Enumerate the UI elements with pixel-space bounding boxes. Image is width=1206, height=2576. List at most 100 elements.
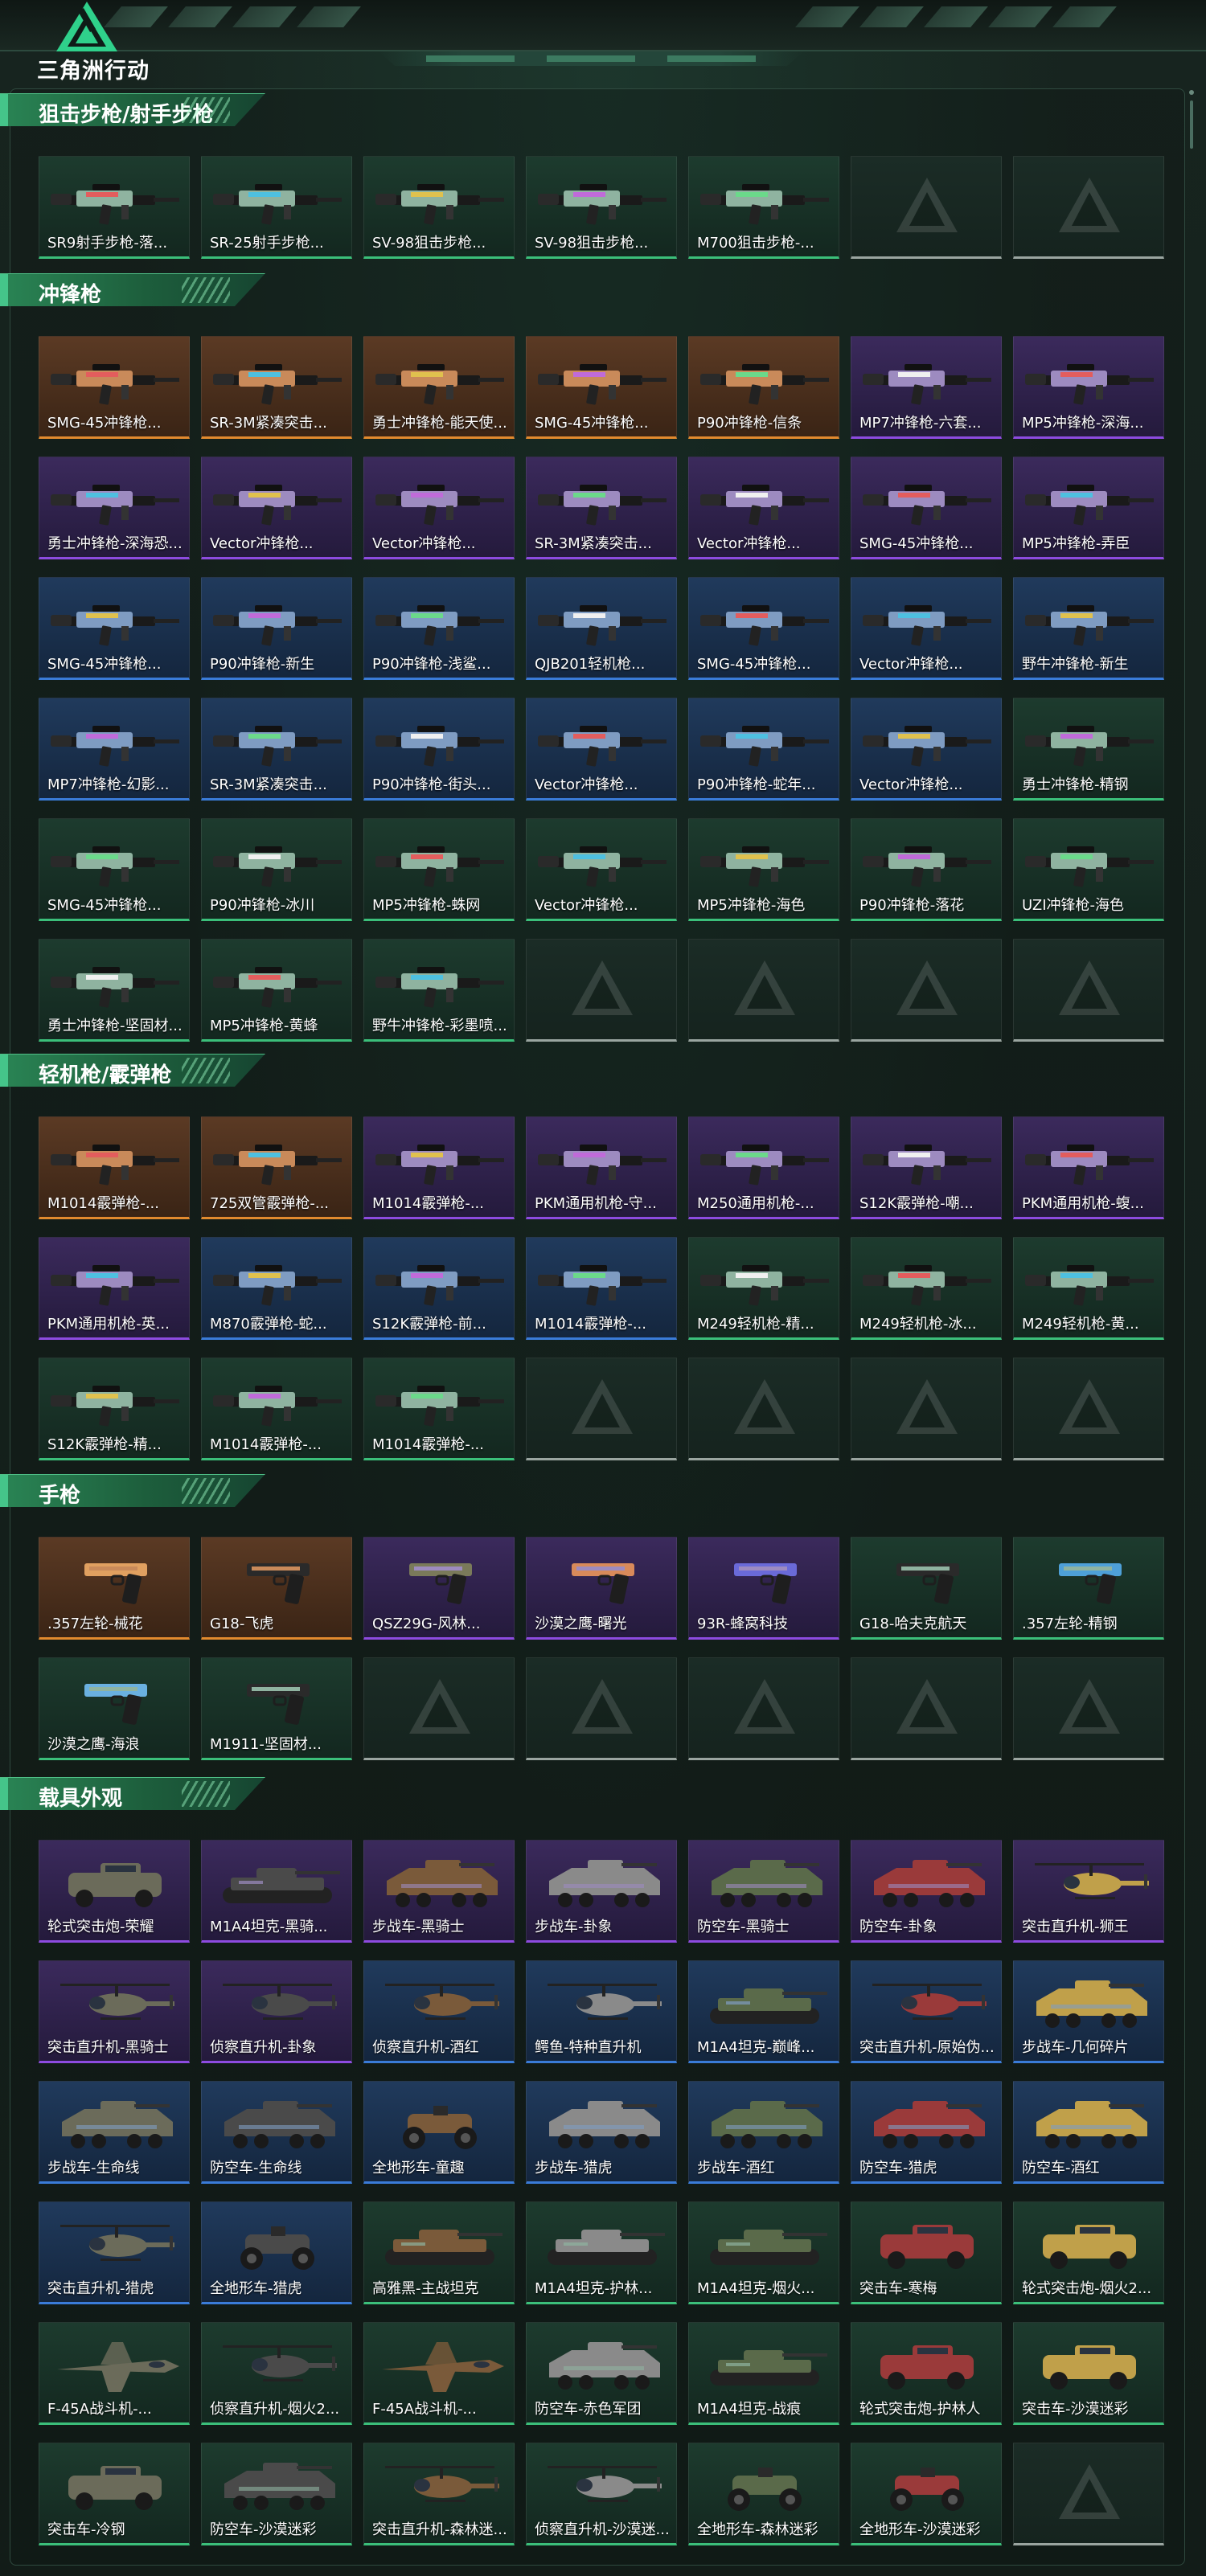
item-card[interactable]: PKM通用机枪-蝮... (1013, 1116, 1164, 1219)
item-card[interactable]: 侦察直升机-烟火2... (201, 2322, 352, 2425)
item-card[interactable]: SV-98狙击步枪... (363, 156, 515, 259)
item-card[interactable]: P90冲锋枪-新生 (201, 577, 352, 680)
item-card[interactable]: PKM通用机枪-英... (39, 1237, 190, 1340)
item-card[interactable]: M1014霰弹枪-... (39, 1116, 190, 1219)
item-card[interactable]: MP5冲锋枪-黄蜂 (201, 939, 352, 1042)
item-card[interactable]: 勇士冲锋枪-能天使... (363, 336, 515, 439)
item-card[interactable]: 步战车-猎虎 (526, 2081, 677, 2184)
item-card[interactable]: 突击直升机-狮王 (1013, 1840, 1164, 1943)
item-card[interactable]: 防空车-猎虎 (851, 2081, 1002, 2184)
item-card[interactable]: 防空车-生命线 (201, 2081, 352, 2184)
item-card[interactable]: SMG-45冲锋枪... (526, 336, 677, 439)
item-card[interactable]: M1A4坦克-巅峰... (688, 1960, 839, 2063)
item-card[interactable]: M249轻机枪-黄... (1013, 1237, 1164, 1340)
item-card[interactable]: SV-98狙击步枪... (526, 156, 677, 259)
item-card[interactable]: 突击直升机-森林迷... (363, 2443, 515, 2545)
item-card[interactable]: UZI冲锋枪-海色 (1013, 818, 1164, 921)
item-card[interactable]: 步战车-黑骑士 (363, 1840, 515, 1943)
item-card[interactable]: 防空车-黑骑士 (688, 1840, 839, 1943)
item-card[interactable]: M1014霰弹枪-... (363, 1358, 515, 1460)
item-card[interactable]: 防空车-卦象 (851, 1840, 1002, 1943)
item-card[interactable]: M1014霰弹枪-... (526, 1237, 677, 1340)
item-card[interactable]: G18-哈夫克航天 (851, 1537, 1002, 1640)
item-card[interactable]: 侦察直升机-沙漠迷... (526, 2443, 677, 2545)
item-card[interactable]: 步战车-卦象 (526, 1840, 677, 1943)
item-card[interactable]: MP7冲锋枪-六套... (851, 336, 1002, 439)
item-card[interactable]: F-45A战斗机-... (363, 2322, 515, 2425)
item-card[interactable]: 沙漠之鹰-曙光 (526, 1537, 677, 1640)
item-card[interactable]: 沙漠之鹰-海浪 (39, 1657, 190, 1760)
item-card[interactable]: 轮式突击炮-护林人 (851, 2322, 1002, 2425)
item-card[interactable]: 野牛冲锋枪-彩墨喷... (363, 939, 515, 1042)
item-card[interactable]: MP5冲锋枪-深海... (1013, 336, 1164, 439)
item-card[interactable]: P90冲锋枪-信条 (688, 336, 839, 439)
item-card[interactable]: M249轻机枪-精... (688, 1237, 839, 1340)
item-card[interactable]: 野牛冲锋枪-新生 (1013, 577, 1164, 680)
item-card[interactable]: 突击车-寒梅 (851, 2201, 1002, 2304)
item-card[interactable]: Vector冲锋枪... (363, 457, 515, 559)
item-card[interactable]: .357左轮-精钢 (1013, 1537, 1164, 1640)
item-card[interactable]: 轮式突击炮-烟火2... (1013, 2201, 1164, 2304)
item-card[interactable]: Vector冲锋枪... (201, 457, 352, 559)
item-card[interactable]: QJB201轻机枪... (526, 577, 677, 680)
item-card[interactable]: MP5冲锋枪-弄臣 (1013, 457, 1164, 559)
item-card[interactable]: M870霰弹枪-蛇... (201, 1237, 352, 1340)
item-card[interactable]: 步战车-生命线 (39, 2081, 190, 2184)
item-card[interactable]: SMG-45冲锋枪... (39, 818, 190, 921)
item-card[interactable]: SR-3M紧凑突击... (526, 457, 677, 559)
item-card[interactable]: 725双管霰弹枪-... (201, 1116, 352, 1219)
item-card[interactable]: Vector冲锋枪... (851, 577, 1002, 680)
item-card[interactable]: SMG-45冲锋枪... (39, 577, 190, 680)
item-card[interactable]: 勇士冲锋枪-精钢 (1013, 698, 1164, 801)
item-card[interactable]: M1014霰弹枪-... (363, 1116, 515, 1219)
item-card[interactable]: SR-3M紧凑突击... (201, 698, 352, 801)
item-card[interactable]: 防空车-沙漠迷彩 (201, 2443, 352, 2545)
item-card[interactable]: PKM通用机枪-守... (526, 1116, 677, 1219)
item-card[interactable]: M250通用机枪-... (688, 1116, 839, 1219)
item-card[interactable]: SR9射手步枪-落... (39, 156, 190, 259)
item-card[interactable]: P90冲锋枪-蛇年... (688, 698, 839, 801)
item-card[interactable]: 突击直升机-原始伪... (851, 1960, 1002, 2063)
item-card[interactable]: Vector冲锋枪... (526, 818, 677, 921)
item-card[interactable]: 突击直升机-猎虎 (39, 2201, 190, 2304)
item-card[interactable]: 93R-蜂窝科技 (688, 1537, 839, 1640)
item-card[interactable]: MP7冲锋枪-幻影... (39, 698, 190, 801)
item-card[interactable]: Vector冲锋枪... (688, 457, 839, 559)
item-card[interactable]: 全地形车-森林迷彩 (688, 2443, 839, 2545)
item-card[interactable]: MP5冲锋枪-海色 (688, 818, 839, 921)
item-card[interactable]: SMG-45冲锋枪... (688, 577, 839, 680)
item-card[interactable]: 防空车-酒红 (1013, 2081, 1164, 2184)
item-card[interactable]: 突击车-沙漠迷彩 (1013, 2322, 1164, 2425)
item-card[interactable]: M1A4坦克-战痕 (688, 2322, 839, 2425)
item-card[interactable]: 全地形车-猎虎 (201, 2201, 352, 2304)
item-card[interactable]: P90冲锋枪-街头... (363, 698, 515, 801)
item-card[interactable]: Vector冲锋枪... (851, 698, 1002, 801)
item-card[interactable]: SMG-45冲锋枪... (39, 336, 190, 439)
item-card[interactable]: SR-3M紧凑突击... (201, 336, 352, 439)
item-card[interactable]: SMG-45冲锋枪... (851, 457, 1002, 559)
item-card[interactable]: 全地形车-童趣 (363, 2081, 515, 2184)
item-card[interactable]: P90冲锋枪-冰川 (201, 818, 352, 921)
item-card[interactable]: 高雅黑-主战坦克 (363, 2201, 515, 2304)
item-card[interactable]: M1911-坚固材... (201, 1657, 352, 1760)
item-card[interactable]: .357左轮-械花 (39, 1537, 190, 1640)
item-card[interactable]: 侦察直升机-酒红 (363, 1960, 515, 2063)
item-card[interactable]: 步战车-几何碎片 (1013, 1960, 1164, 2063)
item-card[interactable]: M1A4坦克-烟火... (688, 2201, 839, 2304)
item-card[interactable]: P90冲锋枪-浅鲨... (363, 577, 515, 680)
item-card[interactable]: Vector冲锋枪... (526, 698, 677, 801)
item-card[interactable]: M700狙击步枪-... (688, 156, 839, 259)
item-card[interactable]: 突击直升机-黑骑士 (39, 1960, 190, 2063)
item-card[interactable]: G18-飞虎 (201, 1537, 352, 1640)
item-card[interactable]: 全地形车-沙漠迷彩 (851, 2443, 1002, 2545)
item-card[interactable]: M1A4坦克-护林... (526, 2201, 677, 2304)
item-card[interactable]: 防空车-赤色军团 (526, 2322, 677, 2425)
item-card[interactable]: 勇士冲锋枪-坚固材... (39, 939, 190, 1042)
item-card[interactable]: 鳄鱼-特种直升机 (526, 1960, 677, 2063)
item-card[interactable]: 勇士冲锋枪-深海恐... (39, 457, 190, 559)
item-card[interactable]: MP5冲锋枪-蛛网 (363, 818, 515, 921)
item-card[interactable]: S12K霰弹枪-前... (363, 1237, 515, 1340)
item-card[interactable]: M249轻机枪-冰... (851, 1237, 1002, 1340)
item-card[interactable]: 侦察直升机-卦象 (201, 1960, 352, 2063)
item-card[interactable]: P90冲锋枪-落花 (851, 818, 1002, 921)
